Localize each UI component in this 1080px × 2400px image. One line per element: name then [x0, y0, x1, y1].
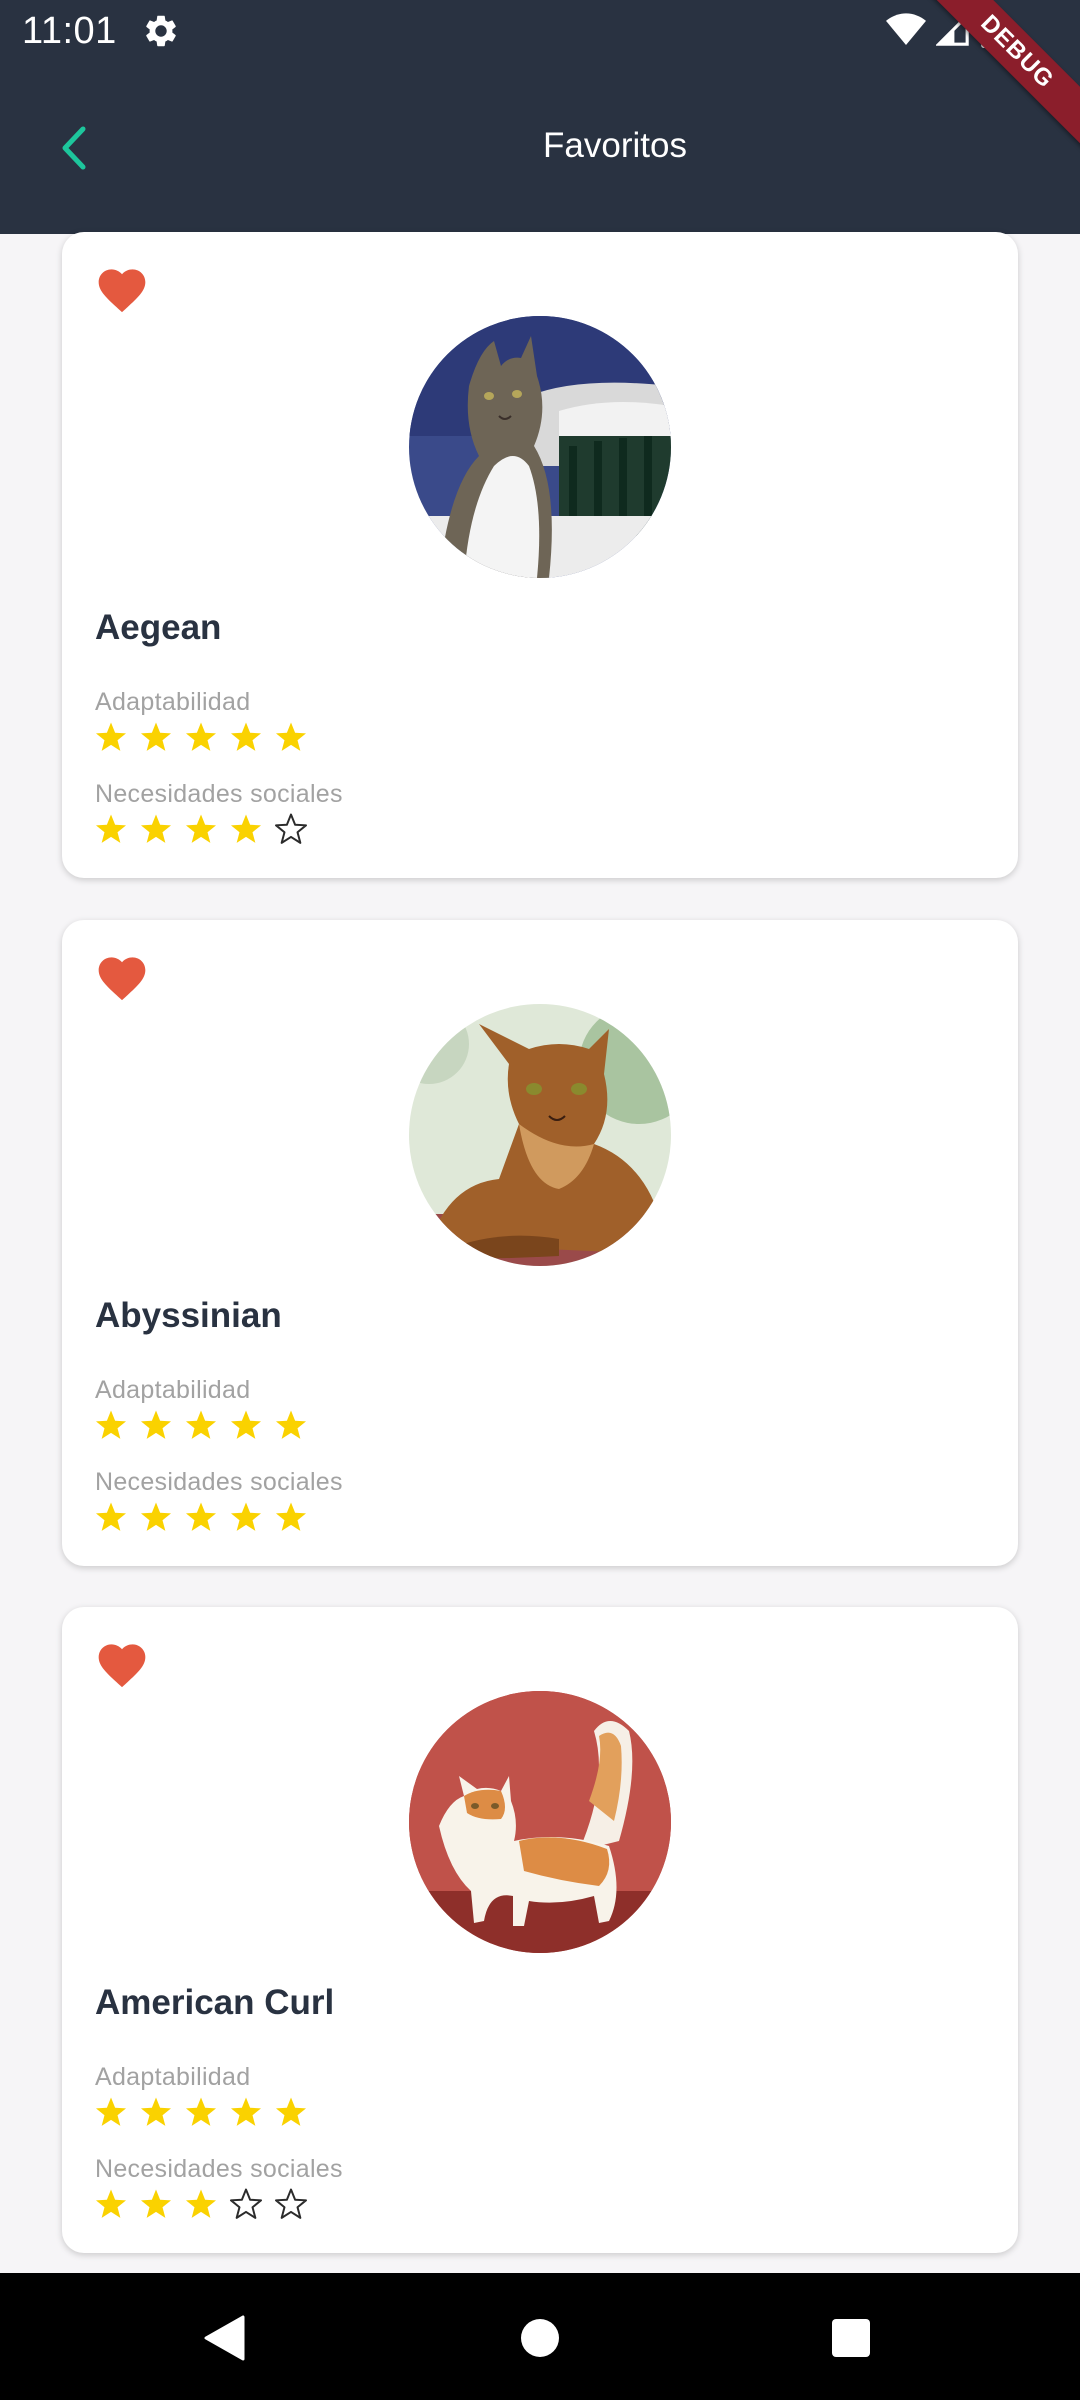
- adaptability-rating: [94, 720, 308, 754]
- settings-icon: [142, 12, 180, 50]
- social-needs-rating: [94, 812, 308, 846]
- star-filled-icon: [185, 722, 217, 751]
- page-title: Favoritos: [543, 126, 687, 165]
- star-filled-icon: [185, 1410, 217, 1439]
- star-filled-icon: [185, 1502, 217, 1531]
- adaptability-label: Adaptabilidad: [95, 688, 251, 716]
- adaptability-rating: [94, 1408, 308, 1442]
- star-filled-icon: [95, 2097, 127, 2126]
- favorite-button[interactable]: [94, 262, 150, 314]
- star-filled-icon: [140, 2189, 172, 2218]
- adaptability-label: Adaptabilidad: [95, 2063, 251, 2091]
- app-header: 11:01 DEBUG Favoritos: [0, 0, 1080, 234]
- breed-card[interactable]: American Curl Adaptabilidad Necesidades …: [62, 1607, 1018, 2253]
- social-needs-label: Necesidades sociales: [95, 780, 343, 808]
- star-filled-icon: [185, 2097, 217, 2126]
- breed-card[interactable]: Abyssinian Adaptabilidad Necesidades soc…: [62, 920, 1018, 1566]
- star-filled-icon: [230, 1410, 262, 1439]
- breed-name: Abyssinian: [95, 1296, 282, 1335]
- star-filled-icon: [140, 1410, 172, 1439]
- star-filled-icon: [95, 2189, 127, 2218]
- star-filled-icon: [140, 814, 172, 843]
- star-filled-icon: [95, 1502, 127, 1531]
- breed-name: Aegean: [95, 608, 222, 647]
- star-filled-icon: [230, 722, 262, 751]
- star-filled-icon: [140, 722, 172, 751]
- star-empty-icon: [274, 813, 308, 844]
- breed-name: American Curl: [95, 1983, 335, 2022]
- star-filled-icon: [95, 722, 127, 751]
- star-filled-icon: [230, 814, 262, 843]
- adaptability-label: Adaptabilidad: [95, 1376, 251, 1404]
- star-filled-icon: [275, 722, 307, 751]
- breed-photo: [409, 1691, 671, 1953]
- favorite-button[interactable]: [94, 1637, 150, 1689]
- back-triangle-icon: [204, 2315, 245, 2361]
- star-filled-icon: [230, 1502, 262, 1531]
- adaptability-rating: [94, 2095, 308, 2129]
- status-time: 11:01: [22, 10, 117, 52]
- star-filled-icon: [140, 2097, 172, 2126]
- star-filled-icon: [95, 1410, 127, 1439]
- wifi-icon: [886, 13, 926, 46]
- nav-recents-button[interactable]: [824, 2311, 878, 2365]
- star-empty-icon: [229, 2188, 263, 2219]
- system-navigation-bar: [0, 2273, 1080, 2400]
- breed-photo: [409, 316, 671, 578]
- home-circle-icon: [521, 2319, 559, 2357]
- star-filled-icon: [185, 2189, 217, 2218]
- social-needs-label: Necesidades sociales: [95, 1468, 343, 1496]
- breed-card[interactable]: Aegean Adaptabilidad Necesidades sociale…: [62, 232, 1018, 878]
- star-filled-icon: [140, 1502, 172, 1531]
- social-needs-rating: [94, 1500, 308, 1534]
- star-filled-icon: [95, 814, 127, 843]
- social-needs-rating: [94, 2187, 308, 2221]
- star-filled-icon: [185, 814, 217, 843]
- star-empty-icon: [274, 2188, 308, 2219]
- star-filled-icon: [275, 2097, 307, 2126]
- star-filled-icon: [230, 2097, 262, 2126]
- nav-home-button[interactable]: [513, 2311, 567, 2365]
- recents-square-icon: [832, 2319, 870, 2357]
- heart-icon: [98, 957, 146, 1001]
- breed-photo: [409, 1004, 671, 1266]
- heart-icon: [98, 1644, 146, 1688]
- star-filled-icon: [275, 1502, 307, 1531]
- nav-back-button[interactable]: [197, 2311, 251, 2365]
- favorite-button[interactable]: [94, 950, 150, 1002]
- social-needs-label: Necesidades sociales: [95, 2155, 343, 2183]
- star-filled-icon: [275, 1410, 307, 1439]
- heart-icon: [98, 269, 146, 313]
